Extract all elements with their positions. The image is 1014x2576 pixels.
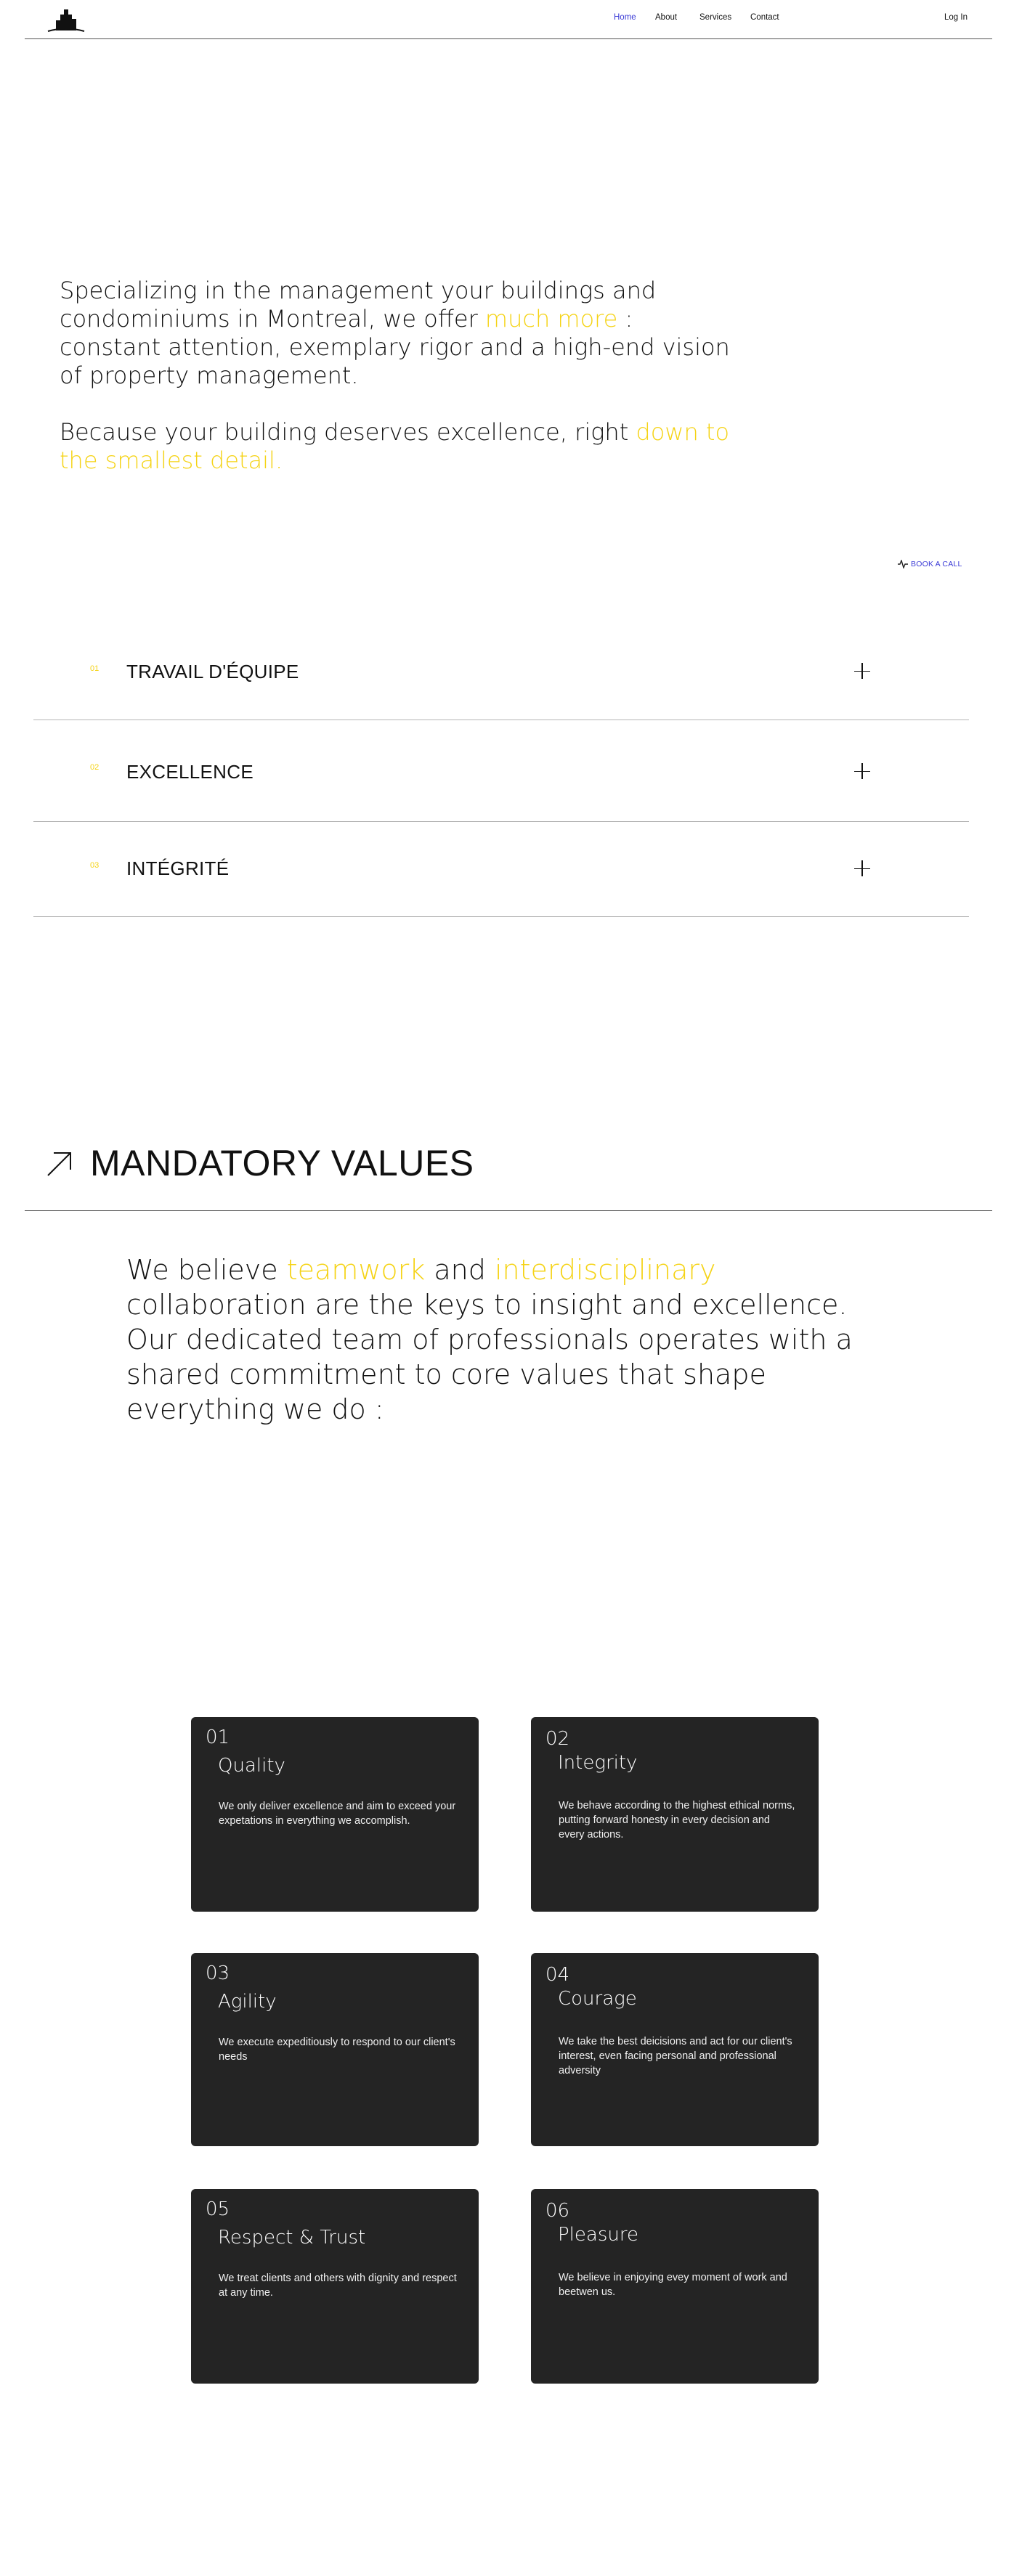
book-call-label: BOOK A CALL	[911, 560, 962, 568]
accordion-title: TRAVAIL D'ÉQUIPE	[126, 661, 299, 682]
intro-paragraph-2: Because your building deserves excellenc…	[60, 418, 735, 475]
intro-highlight-1: much more	[484, 305, 618, 333]
accordion-number: 01	[90, 664, 100, 673]
values-text: We believe	[126, 1254, 287, 1286]
values-text: collaboration are the keys to insight an…	[126, 1289, 848, 1321]
card-title: Courage	[558, 1988, 637, 2010]
value-card-pleasure: 06 Pleasure We believe in enjoying evey …	[531, 2189, 819, 2384]
value-card-courage: 04 Courage We take the best deicisions a…	[531, 1953, 819, 2146]
values-paragraph-2: Our dedicated team of professionals oper…	[126, 1324, 853, 1425]
card-number: 05	[206, 2198, 230, 2220]
card-description: We behave according to the highest ethic…	[559, 1800, 795, 1841]
card-number: 04	[545, 1964, 570, 1986]
values-intro: We believe teamwork and interdisciplinar…	[126, 1252, 889, 1427]
intro-text: Specializing in the management your buil…	[60, 277, 735, 475]
plus-icon[interactable]	[854, 860, 870, 876]
card-description: We take the best deicisions and act for …	[559, 2036, 792, 2076]
intro-text-c: Because your building deserves excellenc…	[60, 418, 636, 446]
pulse-icon	[898, 560, 908, 568]
card-title: Respect & Trust	[218, 2227, 366, 2249]
values-paragraph-1: We believe teamwork and interdisciplinar…	[126, 1252, 889, 1322]
accordion-item-1[interactable]: 01 TRAVAIL D'ÉQUIPE	[33, 626, 969, 720]
card-description: We believe in enjoying evey moment of wo…	[559, 2272, 787, 2298]
plus-icon[interactable]	[854, 763, 870, 779]
card-number: 06	[545, 2200, 570, 2222]
nav-contact[interactable]: Contact	[750, 13, 779, 22]
value-card-agility: 03 Agility We execute expeditiously to r…	[191, 1953, 479, 2146]
arrow-up-right-icon	[47, 1152, 71, 1176]
value-card-integrity: 02 Integrity We behave according to the …	[531, 1717, 819, 1912]
card-title: Pleasure	[558, 2224, 638, 2246]
login-link[interactable]: Log In	[944, 13, 968, 22]
section-title: MANDATORY VALUES	[90, 1143, 474, 1183]
site-header: Home About Services Contact Log In	[25, 0, 992, 39]
plus-icon[interactable]	[854, 663, 870, 679]
values-text: and	[425, 1254, 495, 1286]
values-highlight-1: teamwork	[286, 1254, 426, 1286]
book-call-button[interactable]: BOOK A CALL	[898, 558, 962, 570]
value-card-quality: 01 Quality We only deliver excellence an…	[191, 1717, 479, 1912]
section-divider	[25, 1210, 992, 1211]
values-highlight-2: interdisciplinary	[494, 1254, 716, 1286]
card-title: Quality	[218, 1755, 285, 1777]
card-title: Agility	[218, 1991, 277, 2013]
main-nav: Home About Services Contact	[25, 13, 992, 28]
accordion-title: EXCELLENCE	[126, 761, 254, 783]
nav-home[interactable]: Home	[614, 13, 636, 22]
card-number: 01	[206, 1727, 230, 1748]
accordion-item-3[interactable]: 03 INTÉGRITÉ	[33, 821, 969, 917]
nav-about[interactable]: About	[655, 13, 677, 22]
value-card-respect-trust: 05 Respect & Trust We treat clients and …	[191, 2189, 479, 2384]
accordion-number: 03	[90, 861, 100, 870]
nav-services[interactable]: Services	[699, 13, 731, 22]
accordion-number: 02	[90, 763, 100, 772]
accordion-title: INTÉGRITÉ	[126, 857, 230, 879]
card-description: We execute expeditiously to respond to o…	[219, 2037, 455, 2063]
card-number: 03	[206, 1962, 230, 1984]
intro-paragraph-1: Specializing in the management your buil…	[60, 277, 735, 390]
card-description: We only deliver excellence and aim to ex…	[219, 1801, 456, 1827]
card-description: We treat clients and others with dignity…	[219, 2273, 457, 2299]
card-title: Integrity	[558, 1752, 638, 1774]
card-number: 02	[545, 1728, 570, 1750]
accordion-item-2[interactable]: 02 EXCELLENCE	[33, 720, 969, 822]
